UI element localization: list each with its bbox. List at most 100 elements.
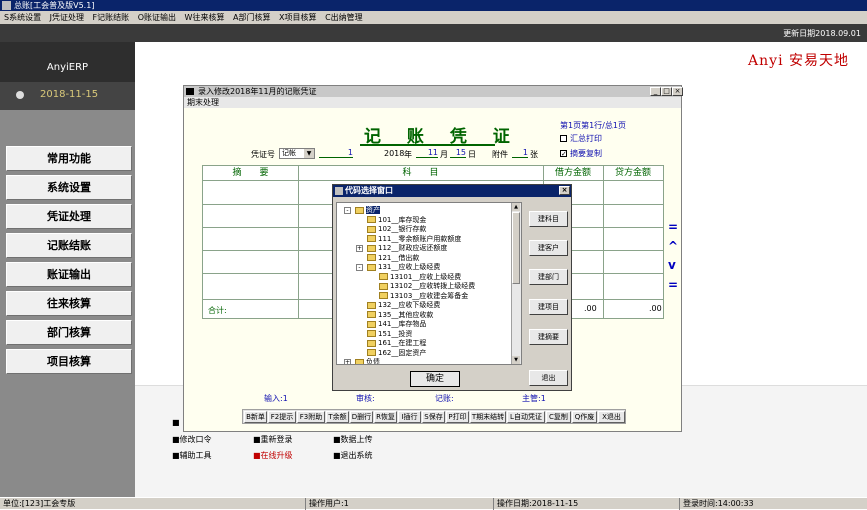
- scroll-up-icon[interactable]: ^: [668, 239, 678, 253]
- code-exit-button[interactable]: 退出: [529, 370, 568, 386]
- maximize-button[interactable]: □: [661, 87, 672, 96]
- tree-node[interactable]: 112__财政应返还额度: [367, 243, 447, 253]
- tree-node-label: 162__固定资产: [378, 348, 427, 357]
- summary-copy-checkbox[interactable]: ✓ 摘要复制: [560, 148, 602, 159]
- tree-node[interactable]: 131__应收上级经费: [367, 262, 440, 272]
- tree-node[interactable]: 162__固定资产: [367, 348, 426, 358]
- tree-node[interactable]: 121__借出款: [367, 253, 419, 263]
- scroll-down-icon[interactable]: v: [668, 258, 676, 272]
- extra-relogin[interactable]: ■重新登录: [253, 434, 293, 445]
- sidebar-item-voucher[interactable]: 凭证处理: [6, 204, 132, 229]
- ok-button[interactable]: 确定: [410, 371, 460, 387]
- extra-online-upgrade[interactable]: ■在线升级: [253, 450, 293, 461]
- sidebar-item-output[interactable]: 账证输出: [6, 262, 132, 287]
- menu-system[interactable]: S系统设置: [4, 13, 41, 22]
- hint-button[interactable]: F2提示: [268, 411, 296, 423]
- debit-total: .00: [584, 304, 597, 313]
- voucher-no-field[interactable]: 1: [319, 148, 353, 158]
- tree-node[interactable]: 135__其他应收款: [367, 310, 433, 320]
- side-mark-equal[interactable]: =: [668, 278, 678, 292]
- extra-upload[interactable]: ■数据上传: [333, 434, 373, 445]
- balance-button[interactable]: T余额: [326, 411, 349, 423]
- menu-project[interactable]: X项目核算: [279, 13, 316, 22]
- day-field[interactable]: 15: [450, 148, 466, 158]
- tree-node[interactable]: 132__应收下级经费: [367, 300, 440, 310]
- scrollbar-thumb[interactable]: [512, 212, 520, 284]
- footer-input: 输入:1: [264, 394, 288, 403]
- year-value[interactable]: 2018: [384, 149, 404, 158]
- extra-tools[interactable]: ■辅助工具: [172, 450, 212, 461]
- close-button[interactable]: ×: [672, 87, 683, 96]
- scroll-down-arrow-icon[interactable]: ▼: [512, 356, 520, 364]
- voucher-type-select[interactable]: 记帐 ▼: [279, 148, 315, 159]
- sidebar-item-project[interactable]: 项目核算: [6, 349, 132, 374]
- tree-node[interactable]: 13102__应收转拨上级经费: [379, 281, 475, 291]
- auto-voucher-button[interactable]: L自动凭证: [507, 411, 545, 423]
- copy-button[interactable]: C复制: [546, 411, 571, 423]
- collapse-icon[interactable]: -: [344, 206, 351, 214]
- sidebar-item-accounts[interactable]: 往来核算: [6, 291, 132, 316]
- attachment-count-field[interactable]: 1: [512, 148, 528, 158]
- tree-node[interactable]: 141__库存物品: [367, 319, 426, 329]
- tree-node[interactable]: 13101__应收上级经费: [379, 272, 461, 282]
- minimize-button[interactable]: _: [650, 87, 661, 96]
- collapse-icon[interactable]: -: [356, 263, 363, 271]
- tree-node[interactable]: 13103__应收建会筹备金: [379, 291, 468, 301]
- new-customer-button[interactable]: 建客户: [529, 240, 568, 256]
- assist-button[interactable]: F3附助: [297, 411, 325, 423]
- tree-node[interactable]: 102__银行存款: [367, 224, 426, 234]
- extra-change-password[interactable]: ■修改口令: [172, 434, 212, 445]
- expand-icon[interactable]: +: [356, 244, 363, 252]
- brand-logo: Anyi 安易天地: [748, 53, 849, 69]
- sidebar-item-system[interactable]: 系统设置: [6, 175, 132, 200]
- exit-button[interactable]: X退出: [598, 411, 625, 423]
- menu-output[interactable]: O账证输出: [138, 13, 176, 22]
- menu-voucher[interactable]: J凭证处理: [50, 13, 84, 22]
- account-tree[interactable]: - 资产 101__库存现金 102__银行存款 111__零余额账户用款额度 +112_…: [336, 202, 522, 365]
- tree-node[interactable]: 资产: [355, 205, 380, 215]
- tree-node[interactable]: 负债: [355, 357, 380, 364]
- scroll-up-arrow-icon[interactable]: ▲: [512, 203, 520, 211]
- summary-print-checkbox[interactable]: 汇总打印: [560, 133, 602, 144]
- close-button[interactable]: ×: [559, 186, 570, 195]
- menu-posting[interactable]: F记账结账: [93, 13, 130, 22]
- insert-row-button[interactable]: I插行: [398, 411, 421, 423]
- new-department-button[interactable]: 建部门: [529, 269, 568, 285]
- extra-exit-system[interactable]: ■退出系统: [333, 450, 373, 461]
- tree-node[interactable]: 151__投资: [367, 329, 412, 339]
- sidebar-item-posting[interactable]: 记账结账: [6, 233, 132, 258]
- save-button[interactable]: S保存: [422, 411, 445, 423]
- tree-node[interactable]: 111__零余额账户用款额度: [367, 234, 461, 244]
- tree-node[interactable]: 161__在建工程: [367, 338, 426, 348]
- menu-accounts[interactable]: W往来核算: [185, 13, 225, 22]
- tree-scrollbar[interactable]: ▲ ▼: [511, 203, 521, 364]
- page-info: 第1页第1行/总1页: [560, 121, 626, 130]
- footer-post: 记账:: [435, 394, 454, 403]
- menu-cashier[interactable]: C出纳管理: [325, 13, 363, 22]
- side-mark-equal[interactable]: =: [668, 220, 678, 234]
- period-end-transfer-button[interactable]: T期末结转: [470, 411, 506, 423]
- restore-button[interactable]: R恢复: [374, 411, 397, 423]
- sidebar-item-common[interactable]: 常用功能: [6, 146, 132, 171]
- sidebar-datebox: 2018-11-15: [0, 82, 135, 110]
- sidebar-item-department[interactable]: 部门核算: [6, 320, 132, 345]
- tree-node[interactable]: 101__库存现金: [367, 215, 426, 225]
- new-account-button[interactable]: 建科目: [529, 211, 568, 227]
- new-voucher-button[interactable]: B新单: [244, 411, 267, 423]
- void-button[interactable]: Q作废: [572, 411, 597, 423]
- tree-node-label: 132__应收下级经费: [378, 301, 441, 309]
- expand-icon[interactable]: +: [344, 358, 351, 364]
- delete-row-button[interactable]: D删行: [350, 411, 373, 423]
- chevron-down-icon[interactable]: ▼: [304, 149, 314, 158]
- tree-node-label: 161__在建工程: [378, 339, 427, 347]
- print-button[interactable]: P打印: [446, 411, 469, 423]
- tree-node-label: 13103__应收建会筹备金: [390, 291, 469, 300]
- month-field[interactable]: 11: [416, 148, 438, 158]
- year-label: 年: [404, 150, 412, 159]
- tree-node-label: 141__库存物品: [378, 320, 427, 328]
- menu-department[interactable]: A部门核算: [233, 13, 270, 22]
- folder-icon: [367, 330, 376, 337]
- new-project-button[interactable]: 建项目: [529, 299, 568, 315]
- voucher-menu-period-end[interactable]: 期末处理: [184, 97, 681, 108]
- new-summary-button[interactable]: 建摘要: [529, 329, 568, 345]
